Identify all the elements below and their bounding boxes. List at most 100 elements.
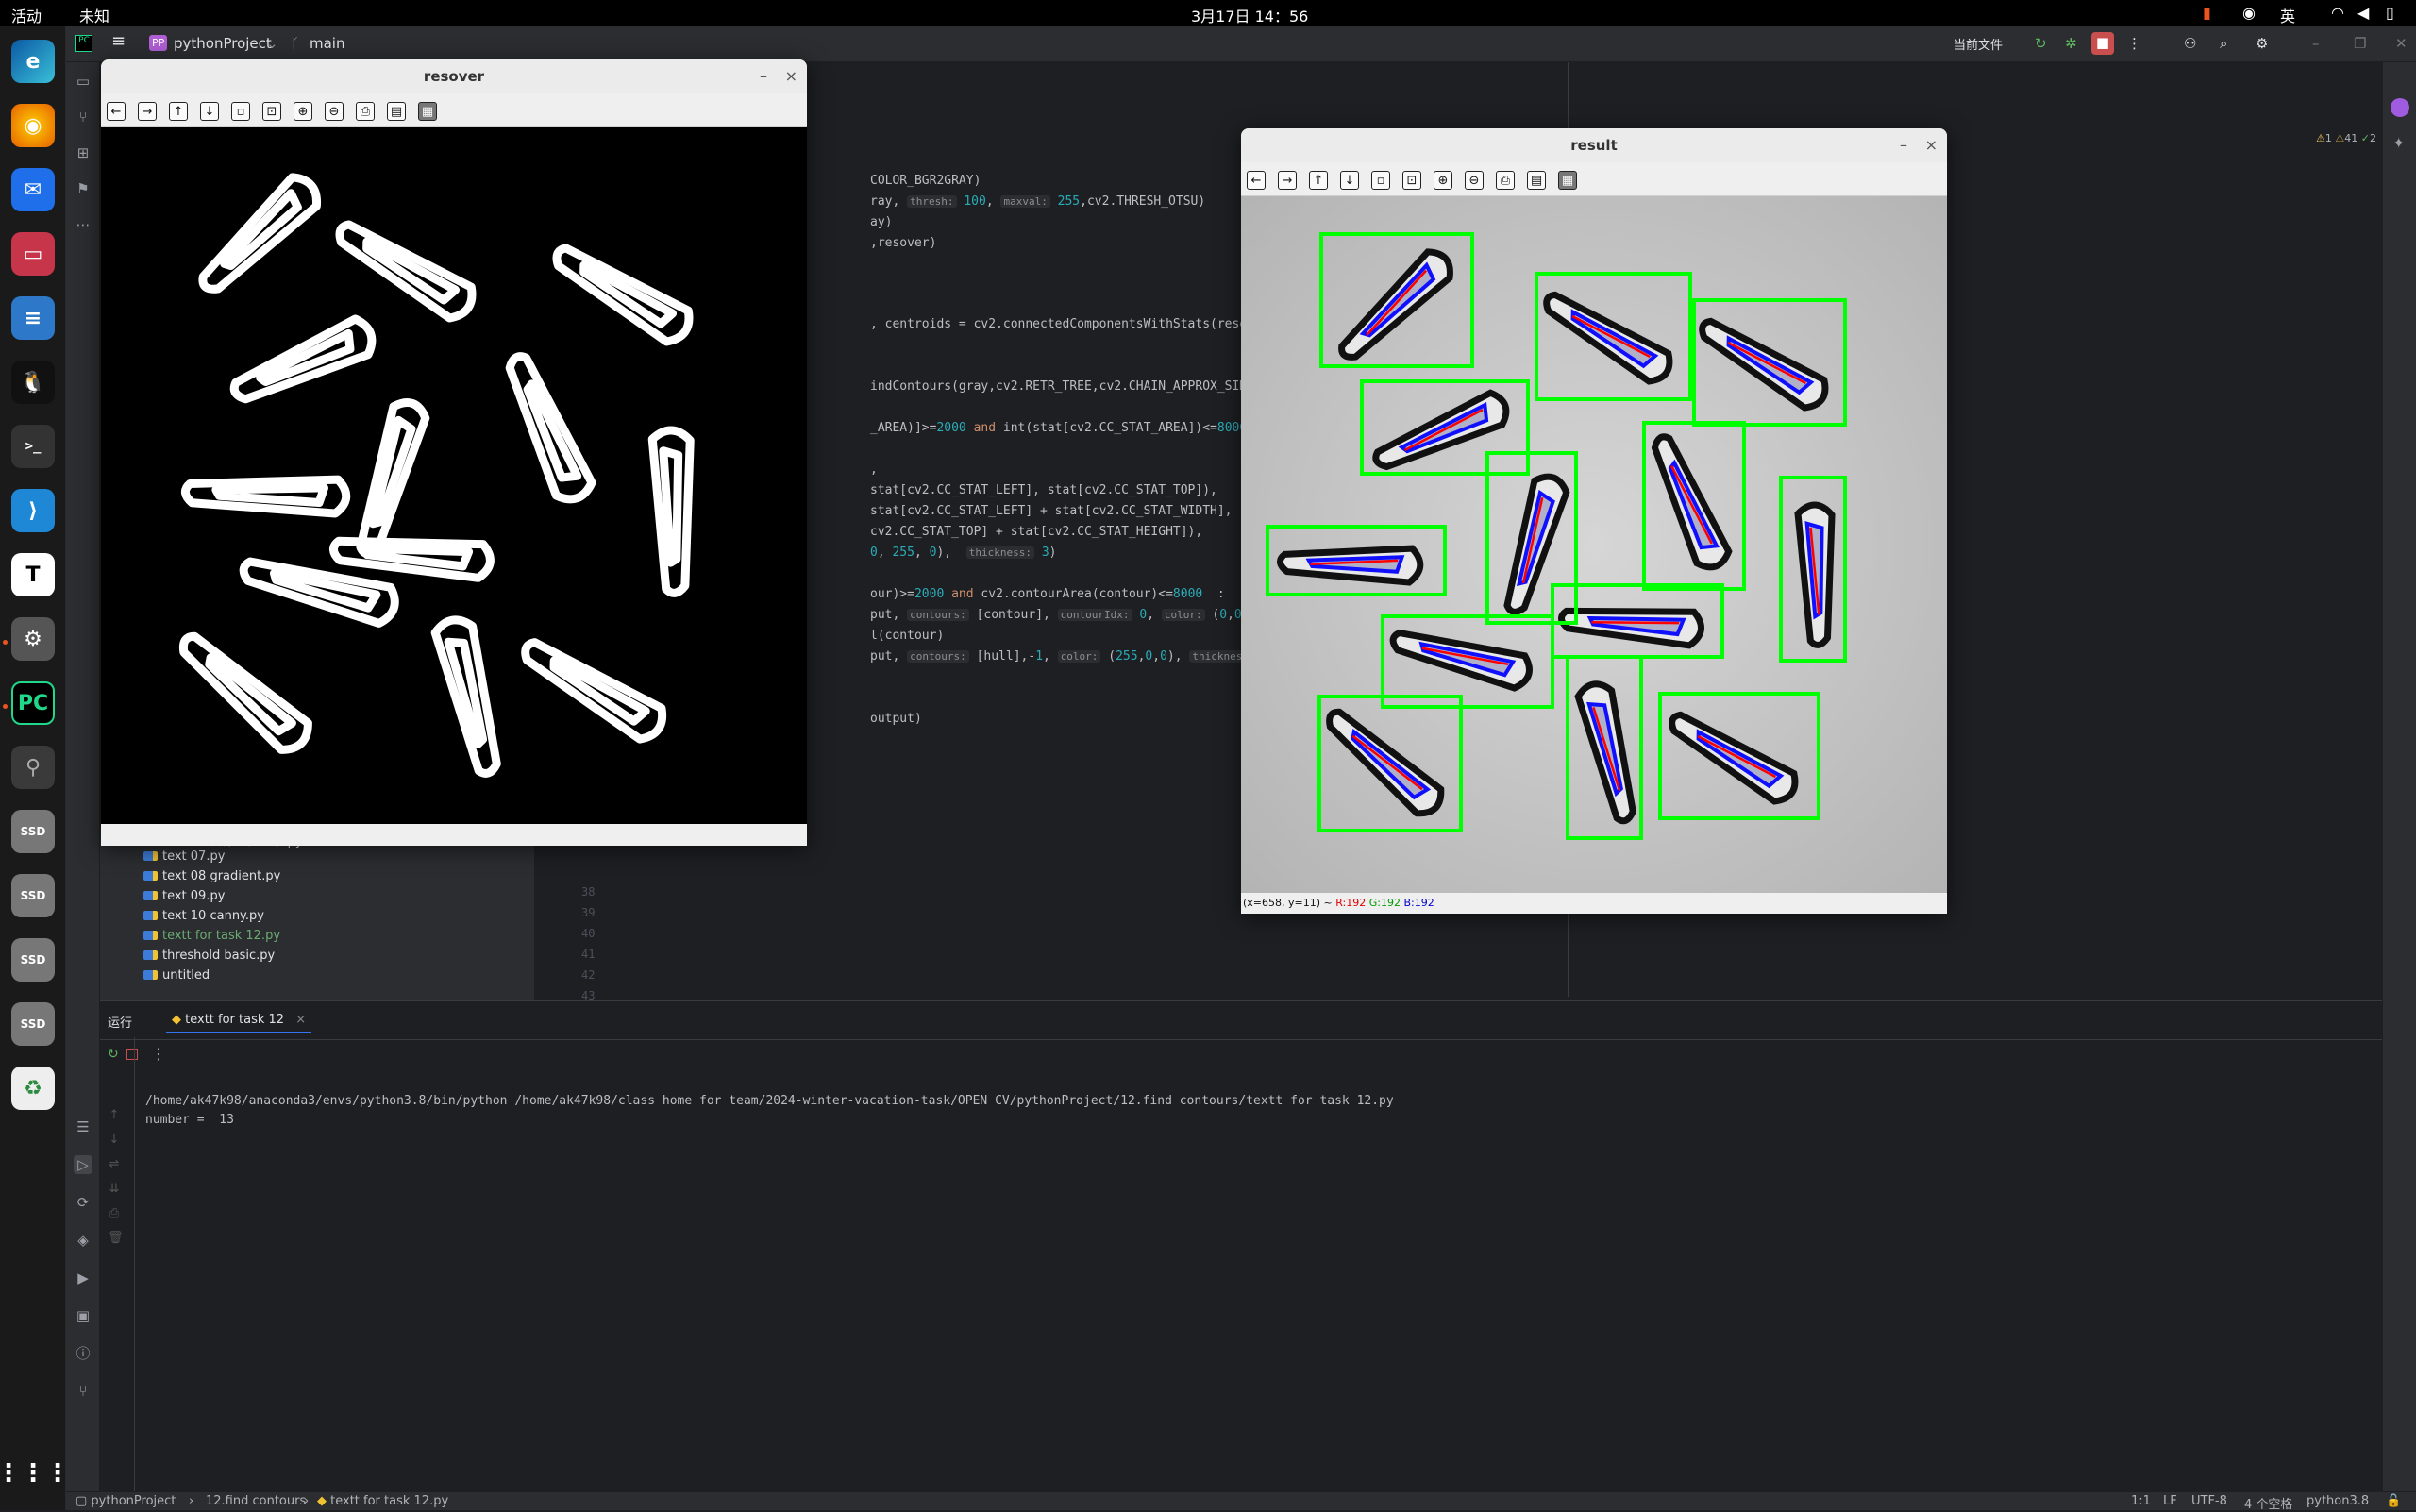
file-item-active[interactable]: textt for task 12.py bbox=[143, 929, 280, 943]
usb-drive-icon[interactable]: ⚲ bbox=[11, 746, 55, 789]
cursor-position[interactable]: 1:1 bbox=[2131, 1494, 2151, 1508]
zoom-original-icon[interactable]: ▫ bbox=[1371, 171, 1390, 190]
commit-tool-icon[interactable]: ⑂ bbox=[74, 108, 92, 126]
lock-icon[interactable]: 🔓 bbox=[2386, 1494, 2401, 1508]
debug-icon[interactable]: ✲ bbox=[2065, 35, 2077, 52]
toolbar-toggle-icon[interactable]: ▦ bbox=[1558, 171, 1577, 190]
services-icon[interactable]: ▶ bbox=[74, 1268, 92, 1287]
stop-icon[interactable] bbox=[126, 1049, 138, 1060]
wifi-icon[interactable]: ◠ bbox=[2331, 4, 2344, 22]
rerun-icon[interactable]: ↻ bbox=[108, 1047, 119, 1062]
pan-down-icon[interactable]: ↓ bbox=[1340, 171, 1359, 190]
git-icon[interactable]: ⑂ bbox=[74, 1382, 92, 1401]
pan-left-icon[interactable]: ← bbox=[1247, 171, 1266, 190]
project-badge[interactable]: PP bbox=[149, 35, 168, 51]
trash-icon[interactable]: ♻ bbox=[11, 1067, 55, 1110]
todo-tool-icon[interactable]: ☰ bbox=[74, 1117, 92, 1136]
sparkle-icon[interactable]: ✦ bbox=[2392, 134, 2405, 152]
vscode-icon[interactable]: ⟩ bbox=[11, 489, 55, 532]
add-user-icon[interactable]: ⚇ bbox=[2184, 35, 2196, 52]
disk-icon[interactable]: SSD bbox=[11, 1002, 55, 1046]
disk-icon[interactable]: SSD bbox=[11, 874, 55, 917]
breadcrumb-file[interactable]: ◆ textt for task 12.py bbox=[317, 1494, 448, 1508]
binary-image[interactable] bbox=[101, 127, 807, 824]
properties-icon[interactable]: ▤ bbox=[1527, 171, 1546, 190]
result-image[interactable] bbox=[1241, 196, 1947, 893]
indicator-icon[interactable]: ◉ bbox=[2242, 4, 2256, 22]
zoom-fit-icon[interactable]: ⊡ bbox=[1402, 171, 1421, 190]
thunderbird-icon[interactable]: ✉ bbox=[11, 168, 55, 211]
firefox-icon[interactable]: ◉ bbox=[11, 104, 55, 147]
more-tools-icon[interactable]: ⋯ bbox=[74, 215, 92, 234]
file-item[interactable]: text 09.py bbox=[143, 889, 225, 903]
zoom-out-icon[interactable]: ⊖ bbox=[325, 102, 344, 121]
project-tool-icon[interactable]: ▭ bbox=[74, 72, 92, 91]
ai-assistant-icon[interactable] bbox=[2391, 98, 2409, 117]
layers-icon[interactable]: ◈ bbox=[74, 1231, 92, 1250]
minimize-icon[interactable]: – bbox=[760, 59, 767, 93]
disk-icon[interactable]: SSD bbox=[11, 938, 55, 982]
pan-right-icon[interactable]: → bbox=[1278, 171, 1297, 190]
run-config-selector[interactable]: 当前文件 bbox=[1954, 35, 2003, 53]
save-icon[interactable]: ⎙ bbox=[1496, 171, 1515, 190]
pan-up-icon[interactable]: ↑ bbox=[169, 102, 188, 121]
close-icon[interactable]: × bbox=[785, 59, 797, 93]
rerun-icon[interactable]: ↻ bbox=[2035, 35, 2047, 52]
branch-icon[interactable]: ᚴ bbox=[291, 35, 299, 52]
close-icon[interactable]: ✕ bbox=[2395, 35, 2408, 52]
terminal-icon[interactable]: >_ bbox=[11, 425, 55, 468]
writer-icon[interactable]: ≡ bbox=[11, 296, 55, 340]
disk-icon[interactable]: SSD bbox=[11, 810, 55, 853]
project-selector[interactable]: pythonProject bbox=[174, 35, 272, 52]
problems-icon[interactable]: ⓘ bbox=[74, 1344, 92, 1363]
settings-icon[interactable]: ⚙ bbox=[11, 617, 55, 661]
activities-button[interactable]: 活动 bbox=[11, 4, 42, 26]
file-item[interactable]: untitled bbox=[143, 968, 210, 983]
files-icon[interactable]: ▭ bbox=[11, 232, 55, 276]
zoom-original-icon[interactable]: ▫ bbox=[231, 102, 250, 121]
chevron-down-icon[interactable]: ⌄ bbox=[266, 35, 278, 52]
main-menu-icon[interactable]: ≡ bbox=[111, 31, 126, 51]
breadcrumb-project[interactable]: ▢ pythonProject bbox=[76, 1494, 176, 1508]
branch-selector[interactable]: main bbox=[310, 35, 344, 52]
restore-icon[interactable]: ❐ bbox=[2354, 35, 2366, 52]
qq-icon[interactable]: 🐧 bbox=[11, 361, 55, 404]
pycharm-icon[interactable]: PC bbox=[11, 681, 55, 725]
encoding[interactable]: UTF-8 bbox=[2191, 1494, 2227, 1508]
close-icon[interactable]: × bbox=[295, 1013, 306, 1027]
file-item[interactable]: threshold basic.py bbox=[143, 949, 275, 963]
interpreter[interactable]: python3.8 bbox=[2307, 1494, 2369, 1508]
file-item[interactable]: text 07.py bbox=[143, 849, 225, 864]
file-item[interactable]: text 08 gradient.py bbox=[143, 869, 280, 883]
properties-icon[interactable]: ▤ bbox=[387, 102, 406, 121]
typora-icon[interactable]: T bbox=[11, 553, 55, 596]
file-item[interactable]: text 10 canny.py bbox=[143, 909, 264, 923]
pan-up-icon[interactable]: ↑ bbox=[1309, 171, 1328, 190]
edge-browser-icon[interactable]: e bbox=[11, 40, 55, 83]
battery-icon[interactable]: ▯ bbox=[2386, 4, 2394, 22]
stop-button[interactable]: ■ bbox=[2091, 32, 2114, 55]
show-apps-icon[interactable]: ⋮⋮⋮ bbox=[0, 1452, 70, 1495]
toolbar-toggle-icon[interactable]: ▦ bbox=[418, 102, 437, 121]
breadcrumb-folder[interactable]: 12.find contours bbox=[206, 1494, 306, 1508]
python-console-icon[interactable]: ⟳ bbox=[74, 1193, 92, 1212]
close-icon[interactable]: × bbox=[1925, 128, 1938, 162]
run-side-toolbar[interactable]: ↑ ↓ ⇌ ⇊ ⎙ 🗑 bbox=[108, 1103, 124, 1251]
line-ending[interactable]: LF bbox=[2163, 1494, 2177, 1508]
focused-app-name[interactable]: 未知 bbox=[79, 4, 109, 26]
indent-setting[interactable]: 4 个空格 bbox=[2244, 1494, 2292, 1512]
pan-down-icon[interactable]: ↓ bbox=[200, 102, 219, 121]
run-tool-icon[interactable]: ▷ bbox=[74, 1155, 92, 1174]
clock[interactable]: 3月17日 14：56 bbox=[1191, 4, 1308, 26]
structure-tool-icon[interactable]: ⊞ bbox=[74, 143, 92, 162]
minimize-icon[interactable]: – bbox=[1900, 128, 1907, 162]
zoom-out-icon[interactable]: ⊖ bbox=[1465, 171, 1484, 190]
indicator-icon[interactable]: ▮ bbox=[2203, 4, 2211, 22]
bookmarks-tool-icon[interactable]: ⚑ bbox=[74, 179, 92, 198]
pan-left-icon[interactable]: ← bbox=[107, 102, 126, 121]
volume-icon[interactable]: ◀ bbox=[2357, 4, 2369, 22]
minimize-icon[interactable]: – bbox=[2312, 35, 2320, 52]
save-icon[interactable]: ⎙ bbox=[356, 102, 375, 121]
more-icon[interactable]: ⋮ bbox=[151, 1045, 166, 1063]
zoom-in-icon[interactable]: ⊕ bbox=[294, 102, 312, 121]
